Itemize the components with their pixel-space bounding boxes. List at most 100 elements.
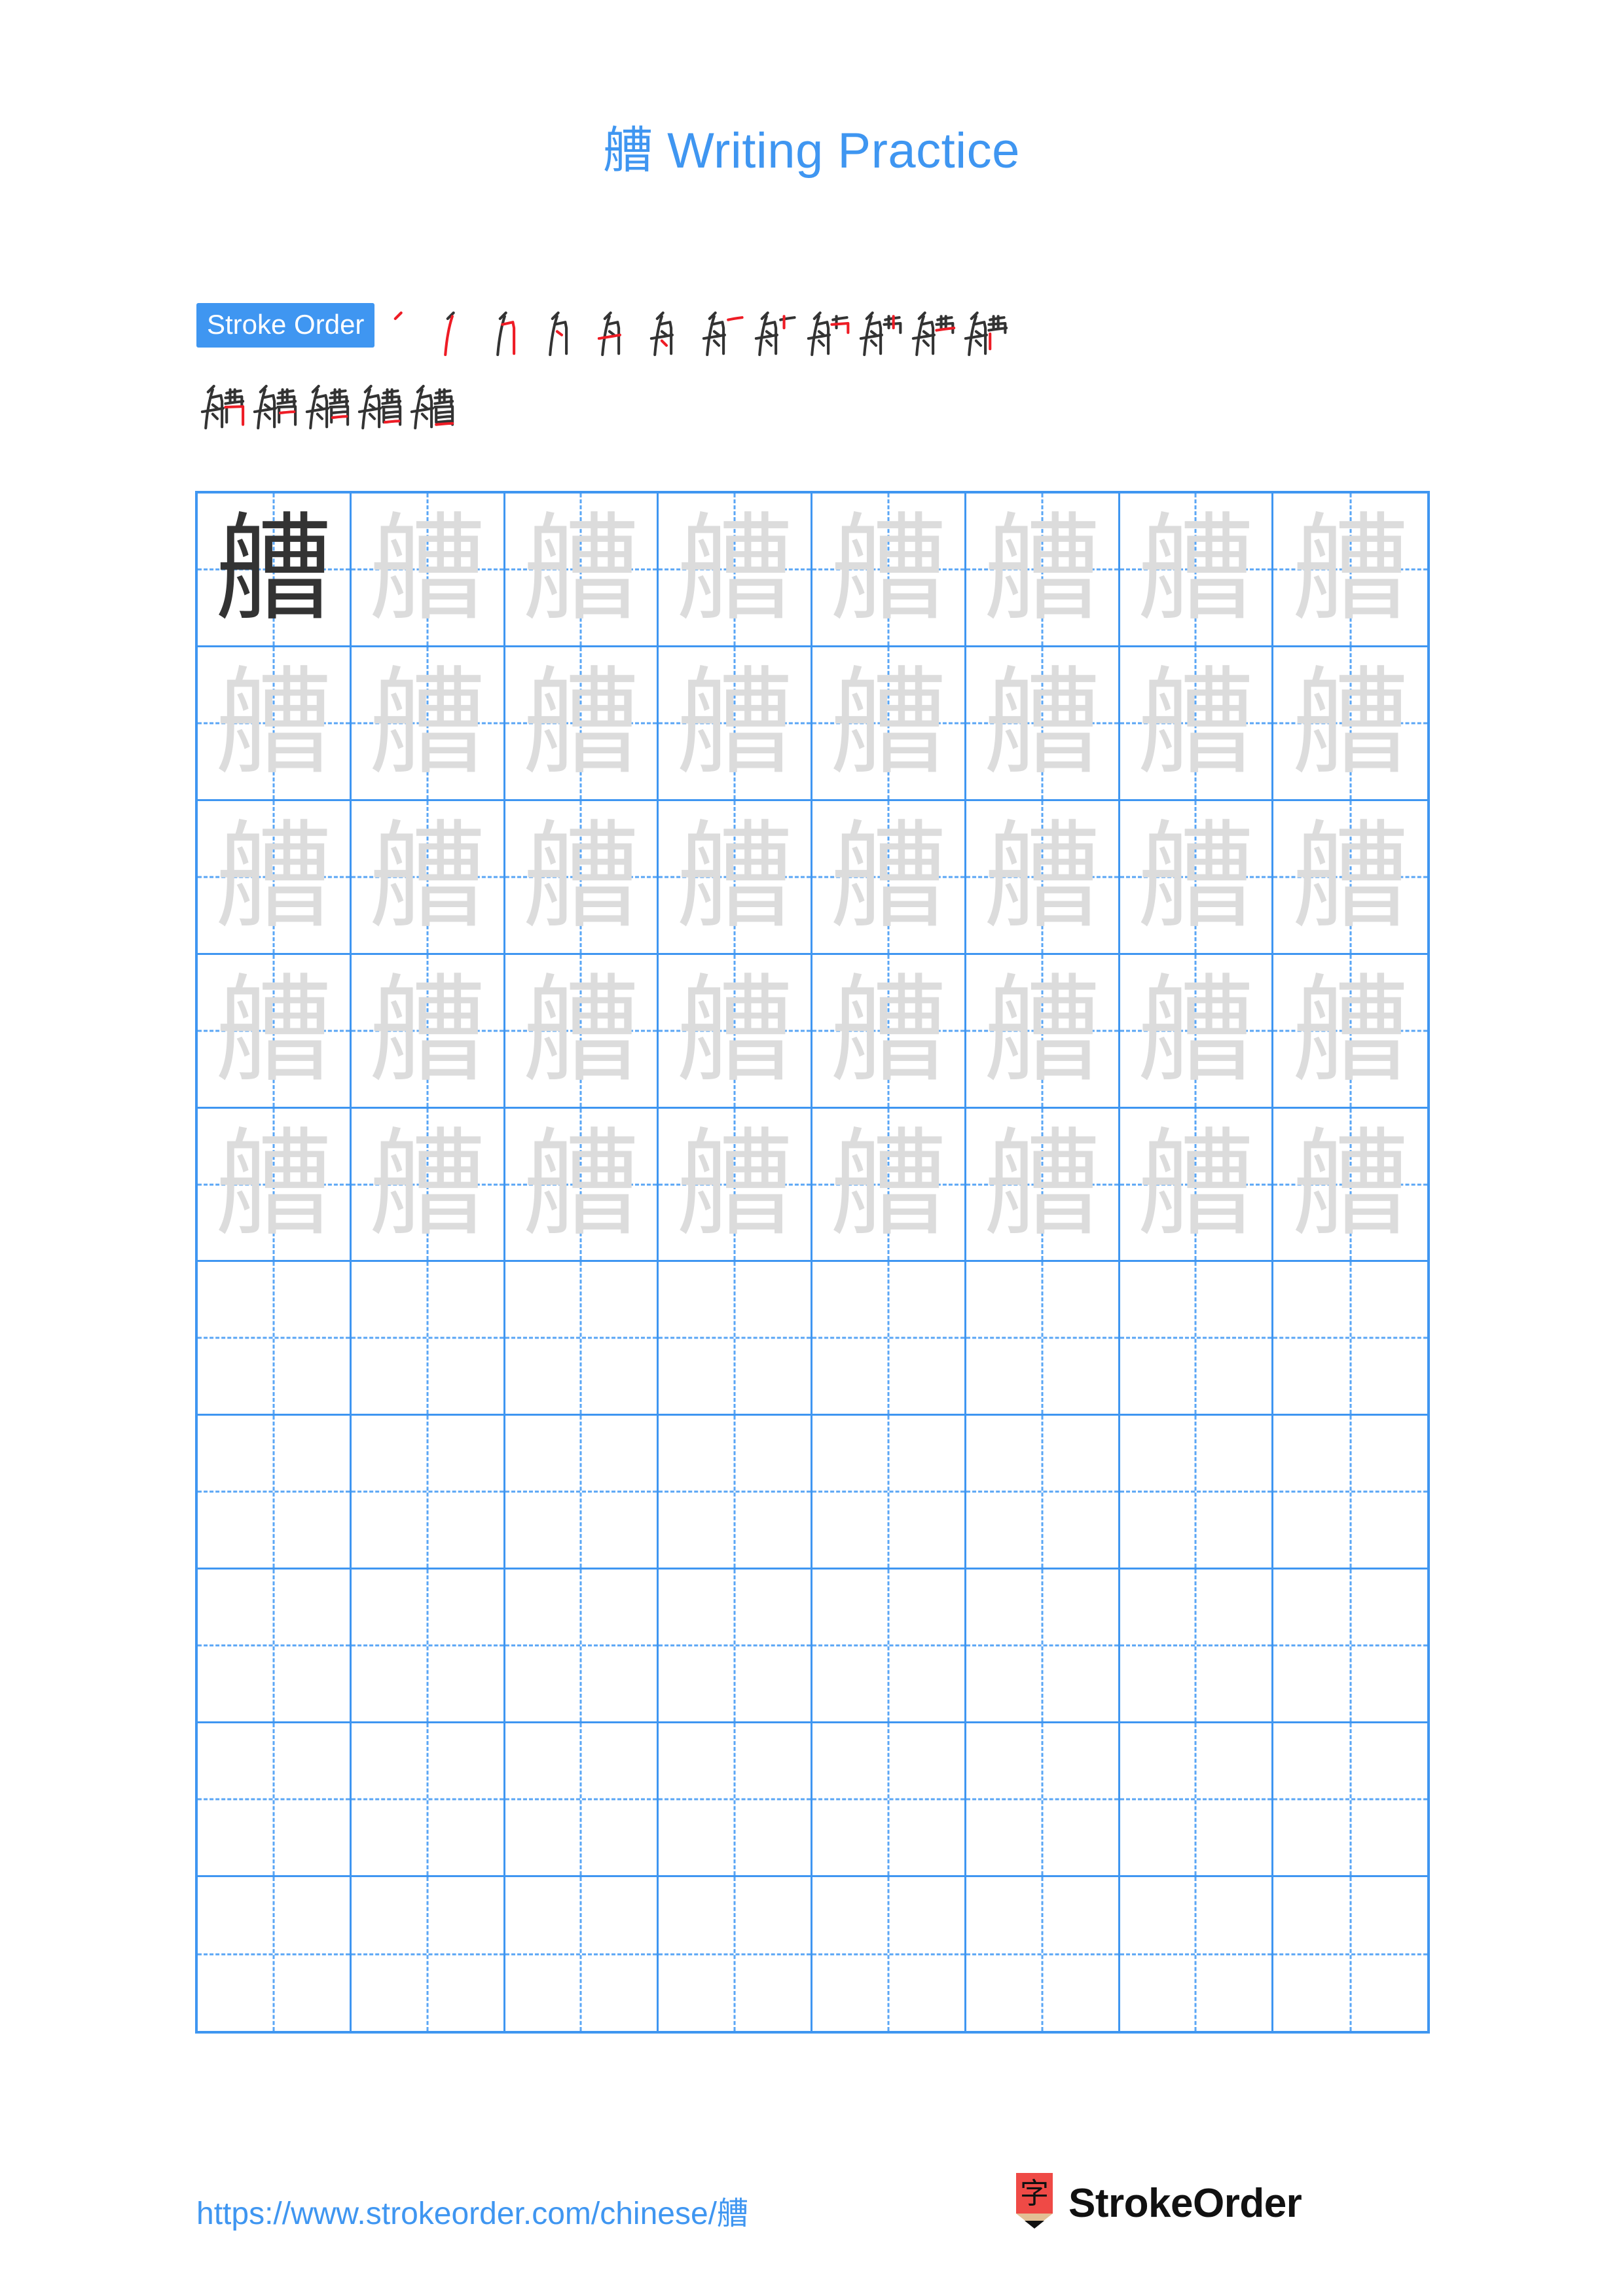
practice-cell-r6-c4[interactable]	[659, 1262, 812, 1416]
trace-character: 艚	[830, 501, 947, 637]
practice-cell-r4-c3[interactable]: 艚	[505, 954, 659, 1109]
trace-character: 艚	[676, 962, 793, 1098]
practice-cell-r4-c8[interactable]: 艚	[1273, 955, 1427, 1109]
practice-cell-r3-c6[interactable]: 艚	[966, 800, 1120, 955]
practice-cell-r3-c4[interactable]: 艚	[659, 800, 812, 955]
practice-cell-r7-c6[interactable]	[966, 1416, 1120, 1570]
trace-character: 艚	[830, 808, 947, 944]
practice-cell-r6-c6[interactable]	[966, 1262, 1120, 1416]
practice-cell-r3-c5[interactable]: 艚	[812, 800, 966, 955]
practice-cell-r8-c5[interactable]	[812, 1570, 966, 1724]
practice-cell-r2-c3[interactable]: 艚	[505, 647, 659, 801]
practice-cell-r9-c6[interactable]	[966, 1723, 1120, 1878]
practice-cell-r4-c1[interactable]: 艚	[198, 954, 352, 1109]
practice-cell-r6-c5[interactable]	[812, 1262, 966, 1416]
stroke-order-section: Stroke Order	[196, 298, 1440, 450]
practice-cell-r5-c6[interactable]: 艚	[966, 1108, 1120, 1263]
practice-cell-r5-c5[interactable]: 艚	[812, 1108, 966, 1263]
practice-cell-r7-c8[interactable]	[1273, 1416, 1427, 1570]
practice-cell-r4-c4[interactable]: 艚	[659, 954, 812, 1109]
practice-cell-r8-c3[interactable]	[505, 1570, 659, 1724]
practice-cell-r1-c2[interactable]: 艚	[351, 493, 505, 647]
practice-cell-r5-c3[interactable]: 艚	[505, 1108, 659, 1263]
practice-cell-r7-c4[interactable]	[659, 1416, 812, 1570]
practice-cell-r5-c7[interactable]: 艚	[1120, 1108, 1274, 1263]
practice-cell-r10-c1[interactable]	[198, 1877, 352, 2031]
practice-cell-r10-c2[interactable]	[352, 1877, 505, 2031]
practice-cell-r8-c4[interactable]	[659, 1570, 812, 1724]
practice-cell-r7-c2[interactable]	[351, 1416, 505, 1570]
practice-cell-r9-c1[interactable]	[198, 1723, 352, 1878]
practice-cell-r6-c1[interactable]	[198, 1262, 352, 1416]
practice-cell-r3-c7[interactable]: 艚	[1120, 800, 1274, 955]
practice-cell-r2-c1[interactable]: 艚	[198, 647, 352, 801]
practice-cell-r9-c8[interactable]	[1273, 1723, 1427, 1878]
practice-cell-r5-c8[interactable]: 艚	[1273, 1109, 1427, 1263]
practice-cell-r2-c4[interactable]: 艚	[659, 647, 812, 801]
practice-cell-r9-c4[interactable]	[659, 1723, 812, 1878]
footer-logo[interactable]: 字 StrokeOrder	[1013, 2172, 1302, 2234]
practice-cell-r7-c3[interactable]	[505, 1416, 659, 1570]
trace-character: 艚	[369, 1116, 486, 1252]
practice-cell-r4-c6[interactable]: 艚	[966, 954, 1120, 1109]
practice-cell-r3-c1[interactable]: 艚	[198, 800, 352, 955]
practice-cell-r3-c3[interactable]: 艚	[505, 800, 659, 955]
practice-cell-r1-c6[interactable]: 艚	[966, 493, 1120, 647]
practice-cell-r8-c2[interactable]	[351, 1570, 505, 1724]
practice-cell-r10-c5[interactable]	[812, 1877, 966, 2031]
practice-cell-r8-c7[interactable]	[1120, 1570, 1274, 1724]
trace-character: 艚	[522, 501, 640, 637]
practice-cell-r6-c7[interactable]	[1120, 1262, 1274, 1416]
stroke-step-6	[646, 298, 698, 370]
practice-grid[interactable]: 艚艚艚艚艚艚艚艚艚艚艚艚艚艚艚艚艚艚艚艚艚艚艚艚艚艚艚艚艚艚艚艚艚艚艚艚艚艚艚艚	[195, 491, 1430, 2034]
practice-cell-r8-c6[interactable]	[966, 1570, 1120, 1724]
practice-cell-r2-c2[interactable]: 艚	[351, 647, 505, 801]
footer-url-link[interactable]: https://www.strokeorder.com/chinese/艚	[196, 2187, 748, 2233]
practice-cell-r1-c7[interactable]: 艚	[1120, 493, 1274, 647]
practice-cell-r7-c1[interactable]	[198, 1416, 352, 1570]
practice-cell-r9-c5[interactable]	[812, 1723, 966, 1878]
trace-character: 艚	[1292, 808, 1409, 944]
practice-cell-r6-c2[interactable]	[351, 1262, 505, 1416]
practice-cell-r1-c3[interactable]: 艚	[505, 493, 659, 647]
practice-cell-r7-c5[interactable]	[812, 1416, 966, 1570]
stroke-step-list-row-1	[384, 298, 1012, 370]
practice-cell-r6-c8[interactable]	[1273, 1262, 1427, 1416]
practice-cell-r5-c4[interactable]: 艚	[659, 1108, 812, 1263]
practice-cell-r5-c2[interactable]: 艚	[351, 1108, 505, 1263]
svg-text:字: 字	[1020, 2177, 1049, 2210]
trace-character: 艚	[369, 962, 486, 1098]
practice-cell-r3-c8[interactable]: 艚	[1273, 801, 1427, 955]
practice-cell-r9-c2[interactable]	[351, 1723, 505, 1878]
practice-cell-r4-c7[interactable]: 艚	[1120, 954, 1274, 1109]
practice-cell-r1-c5[interactable]: 艚	[812, 493, 966, 647]
practice-cell-r9-c3[interactable]	[505, 1723, 659, 1878]
practice-cell-r10-c8[interactable]	[1273, 1877, 1427, 2031]
practice-cell-r8-c1[interactable]	[198, 1570, 352, 1724]
practice-cell-r3-c2[interactable]: 艚	[351, 800, 505, 955]
practice-cell-r10-c7[interactable]	[1120, 1877, 1274, 2031]
practice-cell-r2-c7[interactable]: 艚	[1120, 647, 1274, 801]
practice-cell-r10-c6[interactable]	[966, 1877, 1120, 2031]
trace-character: 艚	[1137, 962, 1254, 1098]
stroke-step-15	[301, 371, 354, 443]
practice-cell-r5-c1[interactable]: 艚	[198, 1108, 352, 1263]
practice-cell-r9-c7[interactable]	[1120, 1723, 1274, 1878]
practice-cell-r10-c4[interactable]	[659, 1877, 812, 2031]
practice-cell-r4-c5[interactable]: 艚	[812, 954, 966, 1109]
practice-cell-r8-c8[interactable]	[1273, 1570, 1427, 1724]
practice-cell-r2-c8[interactable]: 艚	[1273, 647, 1427, 801]
footer-logo-text: StrokeOrder	[1068, 2180, 1302, 2226]
trace-character: 艚	[983, 655, 1101, 791]
trace-character: 艚	[676, 655, 793, 791]
practice-cell-r4-c2[interactable]: 艚	[351, 954, 505, 1109]
practice-cell-r1-c8[interactable]: 艚	[1273, 493, 1427, 647]
practice-cell-r2-c6[interactable]: 艚	[966, 647, 1120, 801]
stroke-step-17	[406, 371, 458, 443]
practice-cell-r2-c5[interactable]: 艚	[812, 647, 966, 801]
practice-cell-r1-c1[interactable]: 艚	[198, 493, 352, 647]
practice-cell-r7-c7[interactable]	[1120, 1416, 1274, 1570]
practice-cell-r1-c4[interactable]: 艚	[659, 493, 812, 647]
practice-cell-r10-c3[interactable]	[505, 1877, 659, 2031]
practice-cell-r6-c3[interactable]	[505, 1262, 659, 1416]
